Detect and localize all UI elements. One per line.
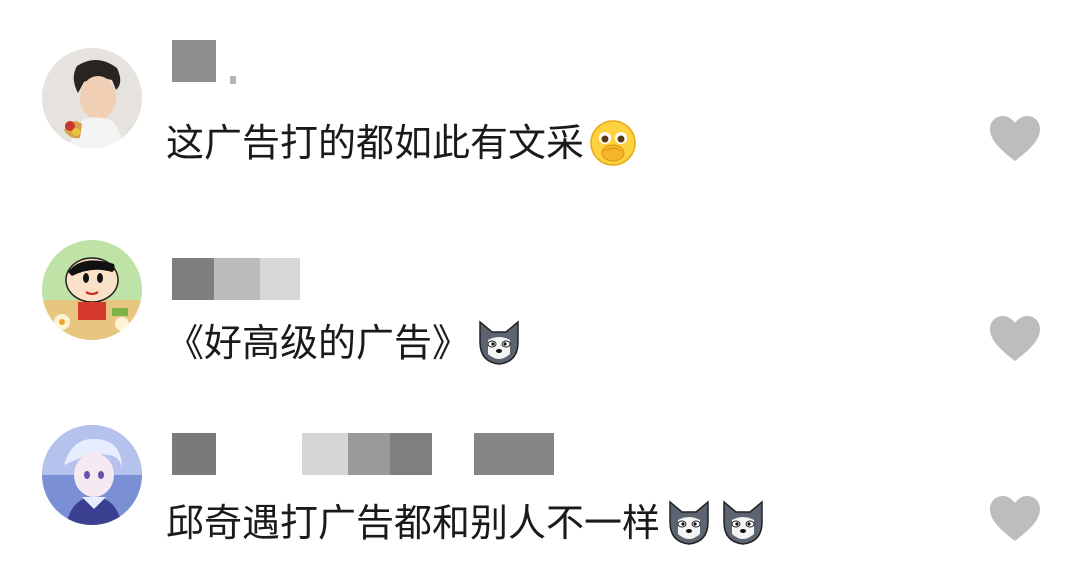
husky-dog-emoji bbox=[664, 498, 714, 548]
husky-dog-emoji bbox=[718, 498, 768, 548]
comment-item: 《好高级的广告》 bbox=[0, 210, 1080, 400]
heart-icon bbox=[990, 316, 1040, 361]
username-mosaic bbox=[172, 258, 312, 306]
avatar[interactable] bbox=[42, 240, 142, 340]
heart-icon bbox=[990, 496, 1040, 541]
comment-item: 邱奇遇打广告都和别人不一样 bbox=[0, 395, 1080, 566]
like-button[interactable] bbox=[988, 115, 1042, 163]
comment-text: 这广告打的都如此有文采 bbox=[166, 118, 638, 168]
hand-over-mouth-emoji bbox=[588, 118, 638, 168]
comment-item: 这广告打的都如此有文采 bbox=[0, 0, 1080, 190]
avatar[interactable] bbox=[42, 425, 142, 525]
comment-feed: 这广告打的都如此有文采 《好高级的广告》 邱奇遇打广告都和别人不一样 bbox=[0, 0, 1080, 566]
comment-text: 《好高级的广告》 bbox=[166, 318, 524, 368]
comment-text: 邱奇遇打广告都和别人不一样 bbox=[166, 498, 768, 548]
like-button[interactable] bbox=[988, 315, 1042, 363]
username-mosaic bbox=[172, 425, 572, 475]
avatar[interactable] bbox=[42, 48, 142, 148]
like-button[interactable] bbox=[988, 495, 1042, 543]
husky-dog-emoji bbox=[474, 318, 524, 368]
username-mosaic bbox=[172, 40, 252, 88]
heart-icon bbox=[990, 116, 1040, 161]
